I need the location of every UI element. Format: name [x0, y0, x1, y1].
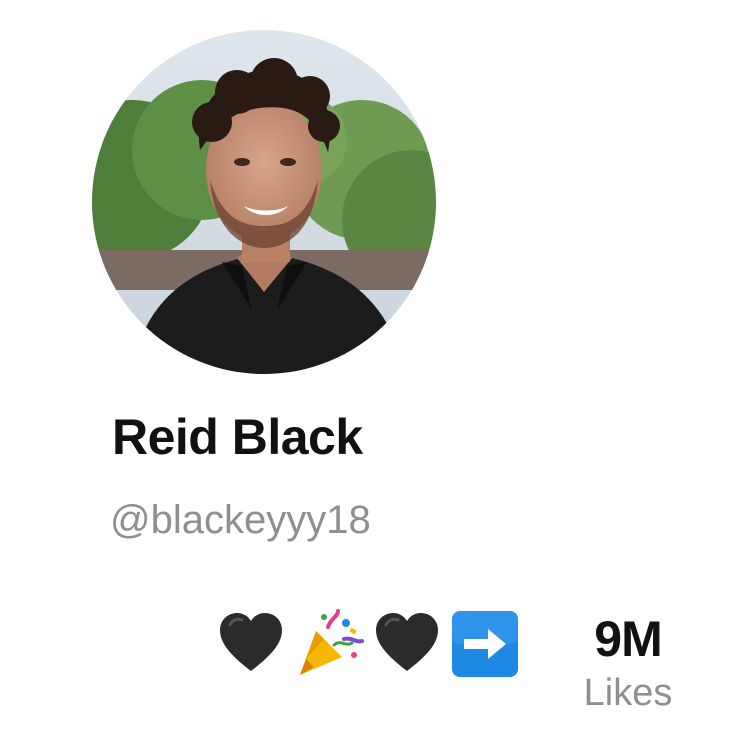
black-heart-icon	[214, 607, 288, 681]
likes-stat[interactable]: 9M Likes	[548, 614, 708, 712]
display-name: Reid Black	[112, 409, 363, 465]
username-handle: @blackeyyy18	[110, 498, 371, 542]
likes-count: 9M	[594, 611, 662, 667]
bio-emoji-row	[214, 604, 522, 684]
black-heart-icon	[370, 607, 444, 681]
profile-avatar[interactable]	[92, 30, 436, 374]
profile-photo	[92, 30, 436, 374]
party-popper-icon	[292, 607, 366, 681]
likes-label: Likes	[583, 672, 673, 714]
right-arrow-icon	[448, 607, 522, 681]
